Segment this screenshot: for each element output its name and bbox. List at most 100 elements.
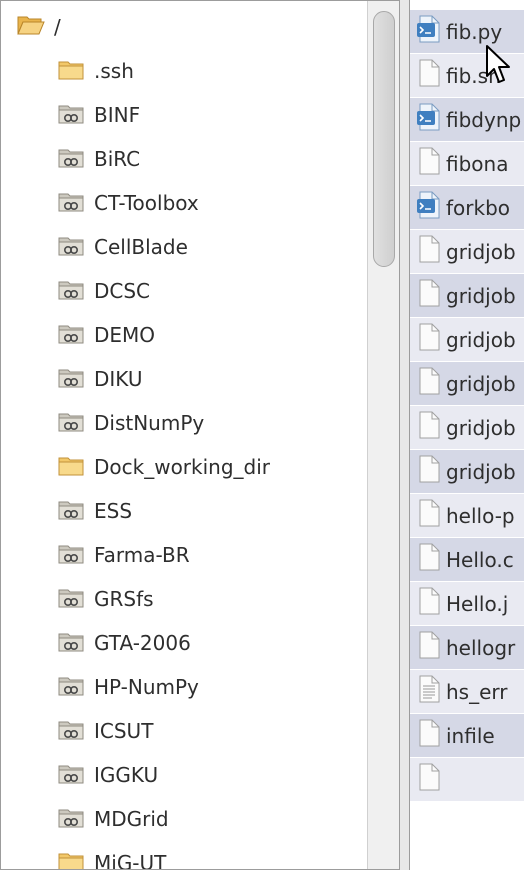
tree-item-label: DIKU <box>94 367 143 391</box>
file-list-panel: fib.py fib.sh fibdynp fibona forkbo gridjob gr… <box>409 0 524 870</box>
shared-folder-icon <box>57 190 94 217</box>
file-row[interactable]: forkbo <box>410 186 524 230</box>
file-name: fibona <box>446 151 509 176</box>
tree-item-label: DEMO <box>94 323 156 347</box>
file-row[interactable]: Hello.j <box>410 582 524 626</box>
tree-scrollbar[interactable] <box>367 1 399 869</box>
tree-item[interactable]: BINF <box>1 95 399 135</box>
file-name: hs_err <box>446 679 508 704</box>
tree-item[interactable]: .ssh <box>1 51 399 91</box>
file-row[interactable]: fibona <box>410 142 524 186</box>
tree-item[interactable]: MiG-UT <box>1 843 399 870</box>
shared-folder-icon <box>57 410 94 437</box>
file-row[interactable]: hello-p <box>410 494 524 538</box>
file-row[interactable]: infile <box>410 714 524 758</box>
tree-item[interactable]: DistNumPy <box>1 403 399 443</box>
tree-item-label: CellBlade <box>94 235 188 259</box>
tree-scrollbar-thumb[interactable] <box>373 11 395 267</box>
file-icon <box>410 719 446 752</box>
shared-folder-icon <box>57 542 94 569</box>
tree-item-label: GTA-2006 <box>94 631 191 655</box>
shared-folder-icon <box>57 102 94 129</box>
file-icon <box>410 279 446 312</box>
file-name: forkbo <box>446 195 511 220</box>
file-row[interactable]: gridjob <box>410 230 524 274</box>
tree-item[interactable]: HP-NumPy <box>1 667 399 707</box>
shared-folder-icon <box>57 762 94 789</box>
tree-item-label: BINF <box>94 103 141 127</box>
file-icon <box>410 499 446 532</box>
tree-item[interactable]: DIKU <box>1 359 399 399</box>
open-folder-icon <box>17 14 54 41</box>
file-row[interactable]: hellogr <box>410 626 524 670</box>
file-name: hellogr <box>446 635 516 660</box>
tree-item[interactable]: ICSUT <box>1 711 399 751</box>
script-file-icon <box>410 103 446 136</box>
file-row[interactable]: Hello.c <box>410 538 524 582</box>
tree-item-label: MDGrid <box>94 807 169 831</box>
tree-item-label: .ssh <box>94 59 134 83</box>
tree-item-label: BiRC <box>94 147 141 171</box>
shared-folder-icon <box>57 630 94 657</box>
shared-folder-icon <box>57 366 94 393</box>
tree-item[interactable]: BiRC <box>1 139 399 179</box>
file-row[interactable]: hs_err <box>410 670 524 714</box>
tree-item[interactable]: CT-Toolbox <box>1 183 399 223</box>
shared-folder-icon <box>57 234 94 261</box>
file-row[interactable]: fib.py <box>410 10 524 54</box>
shared-folder-icon <box>57 498 94 525</box>
shared-folder-icon <box>57 718 94 745</box>
folder-icon <box>57 454 94 481</box>
tree-item[interactable]: DEMO <box>1 315 399 355</box>
file-name: gridjob <box>446 239 516 264</box>
tree-item-label: HP-NumPy <box>94 675 199 699</box>
folder-icon <box>57 850 94 869</box>
file-icon <box>410 367 446 400</box>
file-row[interactable]: gridjob <box>410 450 524 494</box>
pane-splitter[interactable] <box>400 0 409 870</box>
file-row[interactable] <box>410 758 524 802</box>
tree-item-label: GRSfs <box>94 587 154 611</box>
file-name: fibdynp <box>446 107 522 132</box>
file-row[interactable]: gridjob <box>410 318 524 362</box>
tree-item-label: DCSC <box>94 279 151 303</box>
shared-folder-icon <box>57 674 94 701</box>
file-name: gridjob <box>446 283 516 308</box>
tree-item[interactable]: CellBlade <box>1 227 399 267</box>
file-row[interactable]: gridjob <box>410 406 524 450</box>
file-name: gridjob <box>446 415 516 440</box>
file-name: gridjob <box>446 327 516 352</box>
tree-item[interactable]: IGGKU <box>1 755 399 795</box>
tree-item[interactable]: GRSfs <box>1 579 399 619</box>
file-name: infile <box>446 723 495 748</box>
tree-item-label: Farma-BR <box>94 543 190 567</box>
file-icon <box>410 543 446 576</box>
tree-item[interactable]: GTA-2006 <box>1 623 399 663</box>
tree-item-label: IGGKU <box>94 763 159 787</box>
tree-item[interactable]: Farma-BR <box>1 535 399 575</box>
folder-icon <box>57 58 94 85</box>
tree-item-label: CT-Toolbox <box>94 191 199 215</box>
file-row[interactable]: gridjob <box>410 274 524 318</box>
script-file-icon <box>410 15 446 48</box>
tree-item-label: Dock_working_dir <box>94 455 271 479</box>
tree-item-label: MiG-UT <box>94 851 167 870</box>
tree-item[interactable]: ESS <box>1 491 399 531</box>
folder-tree-panel: / .ssh BINF BiRC CT-Toolbox CellBlade DCSC DEM… <box>0 0 400 870</box>
tree-item[interactable]: DCSC <box>1 271 399 311</box>
tree-item-root[interactable]: / <box>1 7 383 47</box>
file-row[interactable]: fib.sh <box>410 54 524 98</box>
tree-item[interactable]: Dock_working_dir <box>1 447 399 487</box>
tree-item-label: ESS <box>94 499 133 523</box>
file-row[interactable]: fibdynp <box>410 98 524 142</box>
tree-item-label: ICSUT <box>94 719 154 743</box>
file-icon <box>410 455 446 488</box>
file-icon <box>410 147 446 180</box>
file-icon <box>410 587 446 620</box>
tree-item-label: / <box>54 15 61 39</box>
file-row[interactable]: gridjob <box>410 362 524 406</box>
tree-item[interactable]: MDGrid <box>1 799 399 839</box>
file-icon <box>410 59 446 92</box>
file-icon <box>410 631 446 664</box>
file-name: Hello.c <box>446 547 514 572</box>
